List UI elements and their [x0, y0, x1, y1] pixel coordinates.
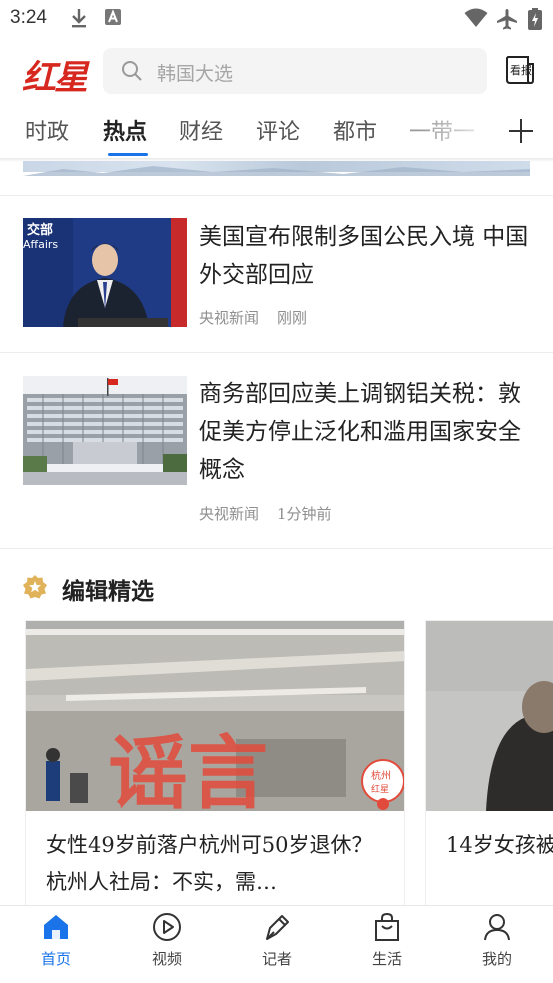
wifi-icon — [464, 8, 488, 32]
add-channel-button[interactable] — [508, 118, 534, 148]
svg-text:Affairs: Affairs — [23, 238, 58, 251]
card-title: 女性49岁前落户杭州可50岁退休？杭州人社局：不实，需… — [46, 833, 373, 894]
svg-text:杭州: 杭州 — [371, 769, 391, 782]
news-thumbnail: 交部 Affairs — [23, 218, 187, 327]
section-title: 编辑精选 — [62, 578, 154, 605]
card-image: 谣言 杭州 红星 — [26, 621, 404, 820]
pen-icon — [266, 915, 289, 940]
newspaper-label: 看报 — [510, 64, 532, 77]
tab-politics[interactable]: 时政 — [25, 114, 69, 146]
tab-city[interactable]: 都市 — [333, 114, 377, 146]
nav-reporter[interactable]: 记者 — [237, 912, 317, 969]
download-icon — [70, 8, 88, 32]
search-placeholder: 韩国大选 — [157, 63, 234, 85]
user-icon — [484, 914, 510, 941]
tab-comment[interactable]: 评论 — [256, 114, 300, 146]
nav-video[interactable]: 视频 — [127, 912, 207, 969]
news-source: 央视新闻 — [199, 309, 260, 327]
news-thumbnail — [23, 376, 187, 485]
news-meta: 央视新闻 刚刚 — [199, 307, 307, 328]
bottom-navigation: 首页 视频 记者 生活 我的 — [0, 905, 553, 983]
card-image — [426, 621, 553, 815]
tab-finance[interactable]: 财经 — [179, 114, 223, 146]
search-bar[interactable]: 韩国大选 — [103, 48, 487, 94]
news-item[interactable]: 交部 Affairs 美国宣布限制多国公民入境 中国外交部回应 央视新闻 刚刚 — [0, 196, 553, 352]
status-bar: 3:24 — [0, 0, 553, 38]
status-time: 3:24 — [10, 7, 47, 28]
nav-label: 首页 — [40, 950, 71, 968]
app-notification-icon — [104, 8, 122, 30]
tab-fade — [420, 108, 500, 152]
app-header: 红星 韩国大选 看报 — [0, 42, 553, 100]
star-badge-icon — [22, 574, 48, 604]
home-icon — [44, 915, 68, 939]
news-title: 商务部回应美上调钢铝关税：敦促美方停止泛化和滥用国家安全概念 — [199, 381, 521, 483]
nav-home[interactable]: 首页 — [16, 912, 96, 969]
svg-text:交部: 交部 — [27, 222, 53, 238]
news-time: 1分钟前 — [277, 505, 332, 523]
pick-card[interactable]: 14岁女孩被…世，班主任… — [425, 620, 553, 920]
svg-text:红星: 红星 — [371, 783, 389, 795]
newspaper-button[interactable]: 看报 — [504, 54, 536, 86]
active-tab-indicator — [108, 153, 148, 156]
nav-mine[interactable]: 我的 — [457, 912, 537, 969]
news-title: 美国宣布限制多国公民入境 中国外交部回应 — [199, 224, 529, 288]
nav-label: 记者 — [261, 950, 292, 968]
battery-charging-icon — [528, 8, 542, 34]
nav-life[interactable]: 生活 — [347, 912, 427, 969]
nav-label: 我的 — [481, 950, 512, 968]
search-icon — [121, 60, 143, 86]
rumor-stamp-text: 谣言 — [108, 727, 268, 811]
airplane-mode-icon — [496, 8, 518, 34]
card-title: 14岁女孩被…世，班主任… — [446, 833, 553, 857]
divider — [0, 548, 553, 549]
tab-hot[interactable]: 热点 — [103, 114, 147, 146]
pick-card[interactable]: 谣言 杭州 红星 女性49岁前落户杭州可50岁退休？杭州人社局：不实，需… — [25, 620, 405, 920]
news-meta: 央视新闻 1分钟前 — [199, 503, 332, 524]
news-item[interactable]: 商务部回应美上调钢铝关税：敦促美方停止泛化和滥用国家安全概念 央视新闻 1分钟前 — [0, 353, 553, 548]
plus-icon — [509, 119, 533, 143]
channel-tabs: 时政 热点 财经 评论 都市 一带一 — [0, 108, 553, 158]
news-time: 刚刚 — [277, 309, 308, 327]
nav-label: 生活 — [371, 950, 402, 968]
app-logo[interactable]: 红星 — [22, 50, 88, 99]
shopping-bag-icon — [375, 912, 399, 941]
news-source: 央视新闻 — [199, 505, 260, 523]
play-circle-icon — [153, 913, 181, 941]
banner-image-partial[interactable] — [23, 161, 530, 176]
nav-label: 视频 — [151, 950, 182, 968]
